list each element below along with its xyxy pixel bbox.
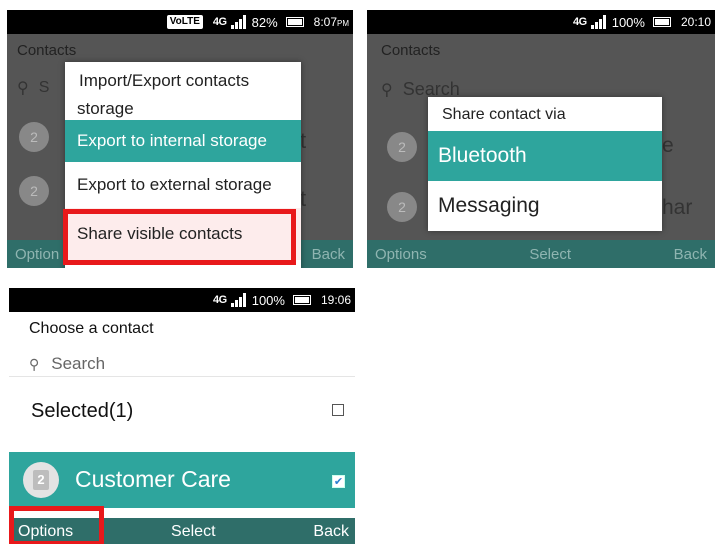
clock: 20:10 (680, 15, 711, 29)
screen-import-export: VoLTE 4G 82% 8:07PM Contacts ⚲ S 2 2 t t… (7, 10, 353, 268)
screen-choose-contact: 4G 100% 19:06 Choose a contact ⚲ Search … (9, 288, 355, 544)
contact-row[interactable]: 2 Customer Care ✔ (9, 452, 355, 508)
avatar: 2 (387, 132, 417, 162)
row-text-fragment: har (662, 196, 693, 219)
softkey-right[interactable]: Back (313, 523, 349, 541)
softkey-left[interactable]: Options (375, 246, 427, 263)
network-type: 4G (213, 294, 227, 306)
signal-icon (230, 15, 246, 29)
battery-icon (652, 17, 671, 27)
menu-header: Share contact via (442, 106, 566, 123)
search-icon: ⚲ (29, 355, 40, 372)
menu-item-messaging[interactable]: Messaging (428, 181, 662, 231)
selected-count-label: Selected(1) (31, 400, 134, 422)
softkey-right[interactable]: Back (674, 246, 707, 263)
avatar: 2 (387, 192, 417, 222)
battery-percent: 82% (251, 14, 278, 30)
divider (9, 376, 355, 377)
battery-icon (292, 295, 311, 305)
search-icon: ⚲ (381, 81, 393, 99)
select-all-checkbox[interactable] (332, 404, 344, 416)
status-bar: VoLTE 4G 82% 8:07PM (7, 10, 353, 34)
page-title: Contacts (17, 42, 77, 59)
search-field-dimmed: ⚲ S (17, 79, 50, 97)
signal-icon (230, 293, 246, 307)
network-type: 4G (212, 16, 227, 28)
page-title: Choose a contact (29, 320, 154, 337)
contact-name: Customer Care (75, 466, 231, 492)
battery-percent: 100% (611, 14, 645, 30)
highlight-box (9, 506, 104, 544)
battery-icon (285, 17, 304, 27)
clock: 19:06 (320, 293, 351, 307)
screen-share-via: 4G 100% 20:10 Contacts ⚲ Search 2 2 e ha… (367, 10, 715, 268)
volte-badge: VoLTE (166, 15, 203, 29)
signal-icon (590, 15, 606, 29)
avatar: 2 (19, 176, 49, 206)
avatar: 2 (19, 122, 49, 152)
avatar: 2 (23, 462, 59, 498)
status-bar: 4G 100% 20:10 (367, 10, 715, 34)
softkey-right[interactable]: Back (312, 246, 345, 263)
menu-item-storage[interactable]: storage (65, 98, 301, 120)
row-text-fragment: e (662, 134, 674, 157)
clock: 8:07PM (313, 15, 349, 29)
highlight-box (63, 209, 296, 265)
share-via-menu: Share contact via Bluetooth Messaging (428, 97, 662, 231)
page-title: Contacts (381, 42, 441, 59)
network-type: 4G (573, 16, 587, 28)
search-input[interactable]: ⚲ Search (29, 354, 105, 374)
softkey-bar: Options Select Back (367, 240, 715, 268)
menu-header: Import/Export contacts (79, 71, 250, 90)
softkey-center[interactable]: Select (529, 246, 571, 263)
softkey-center[interactable]: Select (171, 523, 215, 541)
contact-checkbox-checked[interactable]: ✔ (332, 475, 345, 488)
battery-percent: 100% (251, 292, 285, 308)
menu-item-bluetooth[interactable]: Bluetooth (428, 131, 662, 181)
softkey-left[interactable]: Option (15, 246, 59, 263)
status-bar: 4G 100% 19:06 (9, 288, 355, 312)
menu-item-export-internal[interactable]: Export to internal storage (65, 120, 301, 162)
menu-item-export-external[interactable]: Export to external storage (65, 162, 301, 208)
search-icon: ⚲ (17, 80, 29, 97)
